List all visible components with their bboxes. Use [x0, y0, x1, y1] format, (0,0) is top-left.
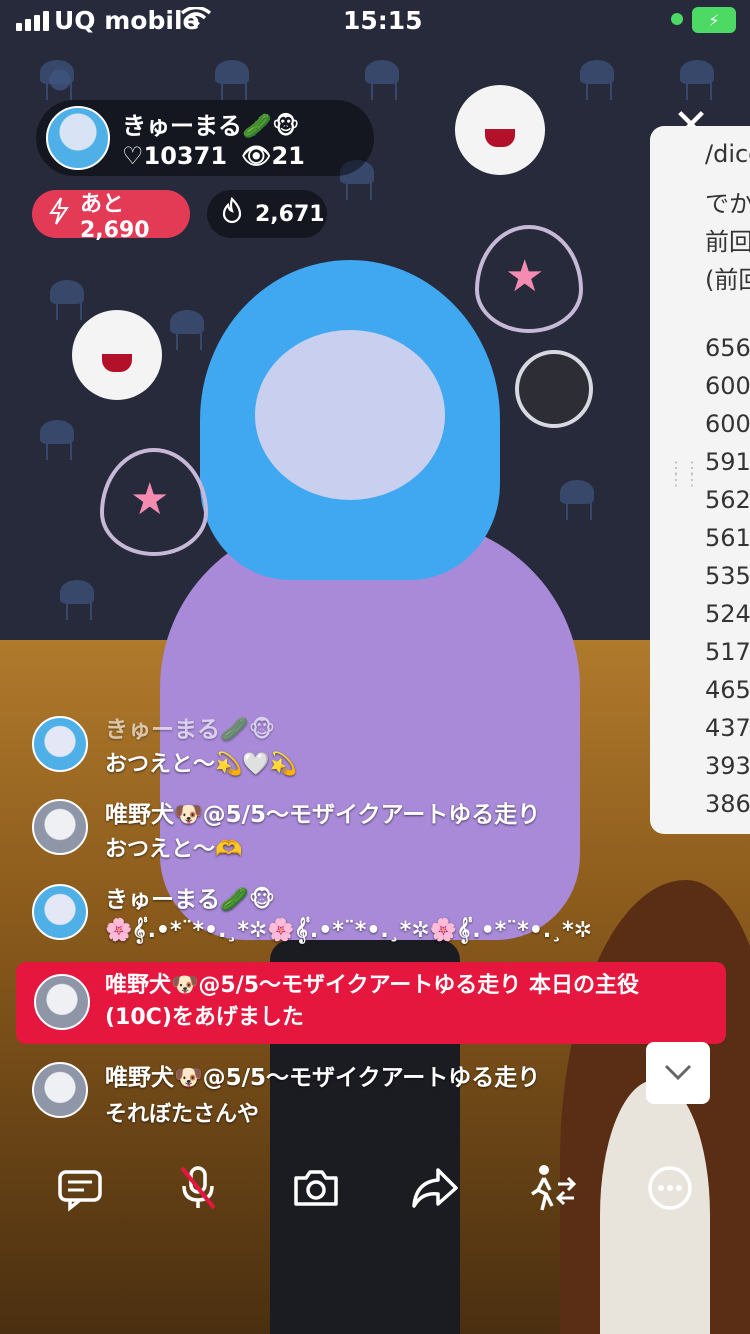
scroll-to-latest-button[interactable]: [646, 1042, 710, 1104]
collab-icon[interactable]: [524, 1160, 580, 1216]
battery-charging-icon: ⚡: [692, 7, 736, 33]
mic-off-icon[interactable]: [170, 1160, 226, 1216]
status-bar: UQ mobile 15:15 ⚡: [0, 0, 750, 40]
share-icon[interactable]: [406, 1160, 462, 1216]
jellyfish-decoration: [170, 310, 204, 350]
panel-line: 4653: [705, 676, 750, 704]
avatar[interactable]: [32, 884, 88, 940]
panel-line: 6001: [705, 410, 750, 438]
panel-line: 6001: [705, 372, 750, 400]
chat-username: 唯野犬🐶@5/5〜モザイクアートゆる走り: [105, 802, 541, 828]
host-stats: ♡10371 👁21: [122, 142, 305, 170]
chat-username: きゅーまる🥒🐵: [105, 887, 276, 913]
points-count: 2,671: [255, 201, 325, 227]
comment-icon[interactable]: [52, 1160, 108, 1216]
panel-line: 5174: [705, 638, 750, 666]
gift-text: 唯野犬🐶@5/5〜モザイクアートゆる走り 本日の主役 (10C)をあげました: [105, 970, 705, 1034]
avatar[interactable]: [32, 1062, 88, 1118]
wifi-icon: [180, 5, 212, 37]
panel-line: /dice: [705, 140, 750, 168]
jellyfish-decoration: [50, 280, 84, 320]
chat-username: 唯野犬🐶@5/5〜モザイクアートゆる走り: [105, 1065, 541, 1091]
jellyfish-decoration: [580, 60, 614, 100]
chat-username: きゅーまる🥒🐵: [105, 717, 276, 743]
jellyfish-decoration: [365, 60, 399, 100]
panel-line: 3867: [705, 790, 750, 818]
panel-line: 4378: [705, 714, 750, 742]
gift-notification[interactable]: 唯野犬🐶@5/5〜モザイクアートゆる走り 本日の主役 (10C)をあげました: [16, 962, 726, 1044]
points-pill[interactable]: 2,671: [207, 190, 327, 238]
panel-line: 5240: [705, 600, 750, 628]
chat-text: おつえと〜💫🤍💫: [105, 752, 298, 777]
avatar-face: [255, 330, 445, 500]
jellyfish-decoration: [40, 60, 74, 100]
panel-line: 5616: [705, 524, 750, 552]
panel-line: 6560: [705, 334, 750, 362]
clock: 15:15: [343, 6, 423, 35]
goal-pill[interactable]: あと2,690: [32, 190, 190, 243]
gift-line-2: (10C)をあげました: [105, 1005, 304, 1030]
panel-line: 5622: [705, 486, 750, 514]
jellyfish-decoration: [680, 60, 714, 100]
dice-ranking-panel[interactable]: ⋮⋮⋮⋮ /dice でか 前回 (前回 6560 6001 6001 5912…: [650, 126, 750, 834]
lightning-icon: [48, 197, 70, 231]
panel-line: (前回: [705, 266, 750, 294]
avatar[interactable]: [34, 974, 90, 1030]
flame-icon: [219, 196, 245, 231]
jellyfish-decoration: [60, 580, 94, 620]
jellyfish-decoration: [40, 420, 74, 460]
location-dot-icon: [671, 13, 683, 25]
panel-line: 3930: [705, 752, 750, 780]
signal-icon: [16, 11, 49, 31]
chat-text: 🌸𝄟.•*¨*•.¸*✲🌸𝄟.•*¨*•.¸*✲🌸𝄟.•*¨*•.¸*✲: [105, 918, 593, 943]
avatar[interactable]: [32, 716, 88, 772]
viewer-count: 👁21: [241, 142, 305, 170]
chat-text: おつえと〜🫶: [105, 837, 243, 862]
chevron-down-icon: [663, 1055, 693, 1090]
panel-line: 5358: [705, 562, 750, 590]
bottom-toolbar: [0, 1150, 750, 1226]
chat-text: それぼたさんや: [105, 1102, 260, 1127]
jellyfish-decoration: [215, 60, 249, 100]
carrier-label: UQ mobile: [54, 6, 200, 35]
camera-icon[interactable]: [288, 1160, 344, 1216]
likes-count: ♡10371: [122, 142, 228, 170]
avatar[interactable]: [32, 799, 88, 855]
panel-line: でか: [705, 190, 750, 218]
panel-line: 5912: [705, 448, 750, 476]
scepter-ornament: [505, 330, 593, 490]
panel-line: 前回: [705, 228, 750, 256]
more-icon[interactable]: [642, 1160, 698, 1216]
host-name: きゅーまる🥒🐵: [122, 112, 300, 140]
host-avatar[interactable]: [46, 106, 110, 170]
ghost-ornament: [455, 85, 545, 175]
goal-text: あと2,690: [80, 191, 150, 243]
drag-handle-icon[interactable]: ⋮⋮ ⋮⋮: [668, 460, 700, 502]
ghost-ornament: [72, 310, 162, 400]
host-card[interactable]: きゅーまる🥒🐵 ♡10371 👁21: [36, 100, 374, 176]
gift-line-1: 唯野犬🐶@5/5〜モザイクアートゆる走り 本日の主役: [105, 973, 639, 998]
